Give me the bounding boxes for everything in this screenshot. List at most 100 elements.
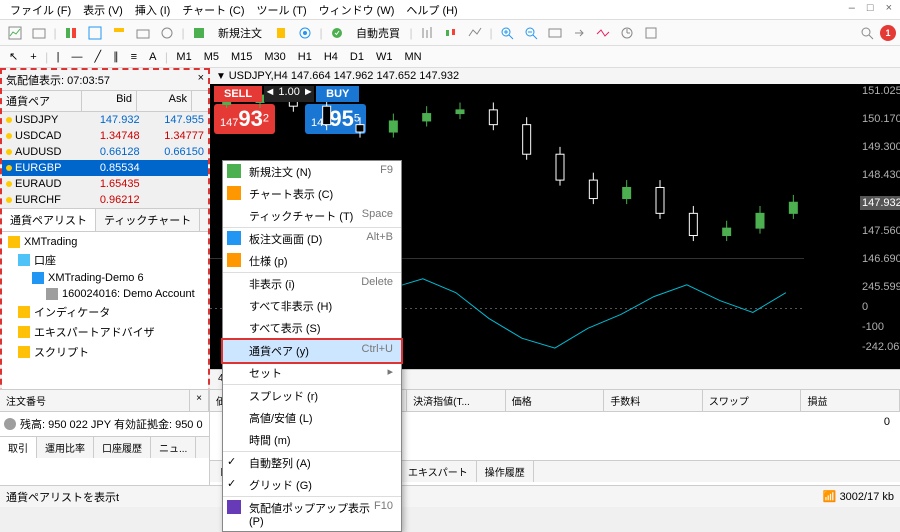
menu-help[interactable]: ヘルプ (H) [400,0,463,20]
text-icon[interactable]: A [144,49,161,65]
cursor-icon[interactable]: ↖ [4,48,23,65]
vline-icon[interactable]: | [52,49,65,65]
nav-accounts[interactable]: 口座 [4,250,206,270]
ctx-A[interactable]: ✓自動整列 (A) [223,452,401,474]
neworder-label[interactable]: 新規注文 [212,25,268,41]
profile-icon[interactable] [28,22,50,44]
term-tab-news[interactable]: ニュ... [151,437,196,458]
mw-row-USDCAD[interactable]: USDCAD1.347481.34777 [2,128,208,144]
barchart-icon[interactable] [416,22,438,44]
hline-icon[interactable]: — [67,49,88,65]
fibo-icon[interactable]: ≡ [126,49,142,65]
nav-scripts[interactable]: スクリプト [4,342,206,362]
tf-m1[interactable]: M1 [171,49,196,65]
channel-icon[interactable]: ∥ [108,48,124,65]
term-tab-history[interactable]: 口座履歴 [94,437,151,458]
menu-insert[interactable]: 挿入 (I) [129,0,176,20]
ctx-G[interactable]: ✓グリッド (G) [223,474,401,497]
status-left: 通貨ペアリストを表示t [6,489,119,505]
ctx-D[interactable]: 板注文画面 (D)Alt+B [223,228,401,250]
linechart-icon[interactable] [464,22,486,44]
nav-experts[interactable]: エキスパートアドバイザ [4,322,206,342]
mw-row-AUDUSD[interactable]: AUDUSD0.661280.66150 [2,144,208,160]
menu-chart[interactable]: チャート (C) [176,0,250,20]
term-tab-exposure[interactable]: 運用比率 [37,437,94,458]
crosshair-icon[interactable]: + [25,49,41,65]
tf-w1[interactable]: W1 [371,49,398,65]
mw-close-icon[interactable]: × [198,72,204,88]
menu-view[interactable]: 表示 (V) [77,0,129,20]
mw-row-USDJPY[interactable]: USDJPY147.932147.955 [2,112,208,128]
nav-root[interactable]: XMTrading [4,234,206,250]
tf-d1[interactable]: D1 [345,49,369,65]
tf-h4[interactable]: H4 [319,49,343,65]
autotrade-label[interactable]: 自動売買 [350,25,406,41]
tf-mn[interactable]: MN [399,49,426,65]
mw-tab-list[interactable]: 通貨ペアリスト [2,209,96,231]
max-button[interactable]: □ [863,2,878,14]
ctx-m[interactable]: 時間 (m) [223,429,401,452]
ctx-r[interactable]: スプレッド (r) [223,385,401,407]
autoscroll-icon[interactable] [544,22,566,44]
col-bid[interactable]: Bid [82,91,137,111]
menu-window[interactable]: ウィンドウ (W) [313,0,401,20]
navigator-icon[interactable] [108,22,130,44]
col-symbol[interactable]: 通貨ペア [2,91,82,111]
ctx-[interactable]: セット▸ [223,362,401,385]
shift-icon[interactable] [568,22,590,44]
tf-h1[interactable]: H1 [293,49,317,65]
nav-account[interactable]: 160024016: Demo Account [4,286,206,302]
mw-row-EURCHF[interactable]: EURCHF0.96212 [2,192,208,208]
mw-row-EURAUD[interactable]: EURAUD1.65435 [2,176,208,192]
metaeditor-icon[interactable] [270,22,292,44]
term-close-icon[interactable]: × [190,390,209,411]
periods-icon[interactable] [616,22,638,44]
terminal-icon[interactable] [132,22,154,44]
ctx-N[interactable]: 新規注文 (N)F9 [223,161,401,183]
zoomout-icon[interactable] [520,22,542,44]
nav-server[interactable]: XMTrading-Demo 6 [4,270,206,286]
autotrade-icon[interactable] [326,22,348,44]
statusbar: 通貨ペアリストを表示t 📶 3002/17 kb [0,485,900,507]
ctx-p[interactable]: 仕様 (p) [223,250,401,273]
ctx-C[interactable]: チャート表示 (C) [223,183,401,205]
marketwatch-icon[interactable] [60,22,82,44]
sell-button[interactable]: SELL [214,86,262,102]
tf-m15[interactable]: M15 [226,49,257,65]
col-ask[interactable]: Ask [137,91,192,111]
new-chart-icon[interactable] [4,22,26,44]
options-icon[interactable] [294,22,316,44]
ctx-L[interactable]: 高値/安値 (L) [223,407,401,429]
term-rtab-4[interactable]: 操作履歴 [477,461,534,482]
term-tab-trade[interactable]: 取引 [0,437,37,458]
term-rtab-3[interactable]: エキスパート [400,461,477,482]
mw-row-EURGBP[interactable]: EURGBP0.85534 [2,160,208,176]
strategy-icon[interactable] [156,22,178,44]
ctx-P[interactable]: 気配値ポップアップ表示 (P)F10 [223,497,401,531]
menu-file[interactable]: ファイル (F) [4,0,77,20]
buy-button[interactable]: BUY [316,86,359,102]
tf-m30[interactable]: M30 [259,49,290,65]
search-icon[interactable] [856,22,878,44]
trendline-icon[interactable]: ╱ [90,48,107,65]
menu-tools[interactable]: ツール (T) [251,0,313,20]
zoomin-icon[interactable] [496,22,518,44]
datawindow-icon[interactable] [84,22,106,44]
close-button[interactable]: × [882,2,896,14]
volume-input[interactable]: ◄ 1.00 ► [264,86,314,102]
candlechart-icon[interactable] [440,22,462,44]
tf-m5[interactable]: M5 [199,49,224,65]
ctx-S[interactable]: すべて表示 (S) [223,317,401,340]
ctx-H[interactable]: すべて非表示 (H) [223,295,401,317]
mw-tab-tick[interactable]: ティックチャート [96,209,200,231]
ctx-y[interactable]: 通貨ペア (y)Ctrl+U [221,338,403,364]
neworder-icon[interactable] [188,22,210,44]
indicators-icon[interactable] [592,22,614,44]
alert-badge[interactable]: 1 [880,25,896,41]
min-button[interactable]: – [845,2,859,14]
nav-indicators[interactable]: インディケータ [4,302,206,322]
ctx-T[interactable]: ティックチャート (T)Space [223,205,401,228]
ctx-i[interactable]: 非表示 (i)Delete [223,273,401,295]
templates-icon[interactable] [640,22,662,44]
term-col-order[interactable]: 注文番号 [0,390,190,411]
